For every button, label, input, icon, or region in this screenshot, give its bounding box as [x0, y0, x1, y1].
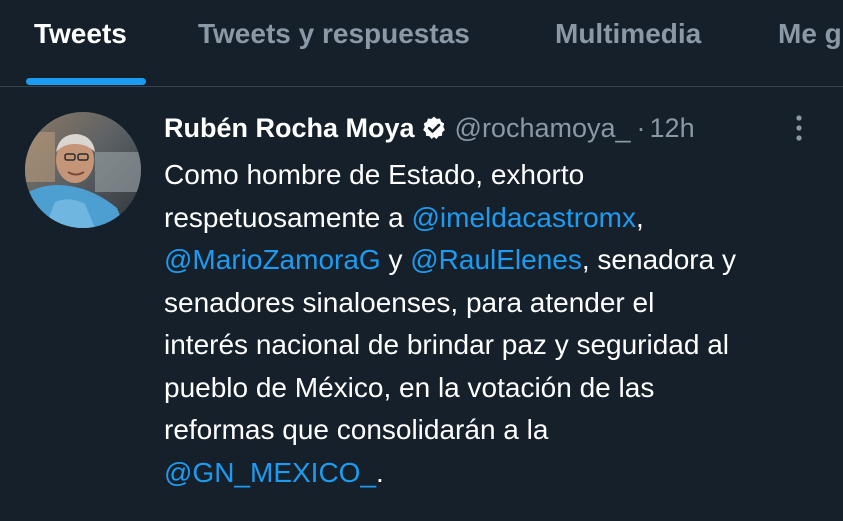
- tweet[interactable]: Rubén Rocha Moya @rochamoya_ · 12h Como ho…: [0, 87, 843, 521]
- tweet-header: Rubén Rocha Moya @rochamoya_ · 12h: [164, 113, 695, 149]
- user-handle[interactable]: @rochamoya_: [455, 113, 631, 143]
- text-segment: reformas que consolidarán a la: [164, 414, 549, 445]
- tab-tweets-and-replies[interactable]: Tweets y respuestas: [198, 18, 470, 50]
- tweet-text-line: senadores sinaloenses, para atender el: [164, 282, 824, 325]
- mention-link-mariozamorag[interactable]: @MarioZamoraG: [164, 244, 381, 275]
- text-segment: , senadora y: [581, 244, 736, 275]
- text-segment: Como hombre de Estado, exhorto: [164, 159, 585, 190]
- tweet-text-line: interés nacional de brindar paz y seguri…: [164, 324, 824, 367]
- text-segment: senadores sinaloenses, para atender el: [164, 286, 655, 318]
- tweet-text-line: pueblo de México, en la votación de las: [164, 367, 824, 410]
- tab-media[interactable]: Multimedia: [555, 18, 701, 50]
- profile-tabs: Tweets Tweets y respuestas Multimedia Me…: [0, 0, 843, 87]
- text-segment: y: [380, 244, 411, 275]
- active-tab-indicator: [26, 78, 146, 85]
- tweet-text-line: reformas que consolidarán a la: [164, 409, 824, 452]
- tweet-text-line: Como hombre de Estado, exhorto: [164, 154, 824, 197]
- text-segment: interés nacional de brindar paz y seguri…: [164, 329, 730, 360]
- tweet-text-line: respetuosamente a @imeldacastromx,: [164, 197, 824, 240]
- tweet-text: Como hombre de Estado, exhorto respetuos…: [164, 154, 824, 494]
- avatar[interactable]: [25, 112, 141, 228]
- separator-dot: ·: [636, 113, 646, 143]
- tweet-timestamp[interactable]: 12h: [650, 113, 695, 143]
- text-segment: .: [376, 456, 384, 488]
- tweet-text-line: @GN_MEXICO_.: [164, 452, 824, 495]
- text-segment: respetuosamente a: [164, 201, 412, 233]
- mention-link-gn-mexico[interactable]: @GN_MEXICO_: [164, 457, 376, 488]
- mention-link-imeldacastromx[interactable]: @imeldacastromx: [412, 202, 636, 233]
- tweet-text-line: @MarioZamoraG y @RaulElenes, senadora y: [164, 239, 824, 282]
- mention-link-raulelenes[interactable]: @RaulElenes: [410, 244, 582, 275]
- text-segment: pueblo de México, en la votación de las: [164, 371, 655, 403]
- text-segment: ,: [635, 201, 644, 233]
- display-name[interactable]: Rubén Rocha Moya: [164, 113, 415, 143]
- tab-likes[interactable]: Me g: [778, 18, 842, 50]
- avatar-photo: [25, 112, 141, 228]
- verified-badge-icon: [422, 116, 445, 140]
- more-options-icon[interactable]: [789, 112, 809, 146]
- tab-tweets[interactable]: Tweets: [34, 18, 127, 50]
